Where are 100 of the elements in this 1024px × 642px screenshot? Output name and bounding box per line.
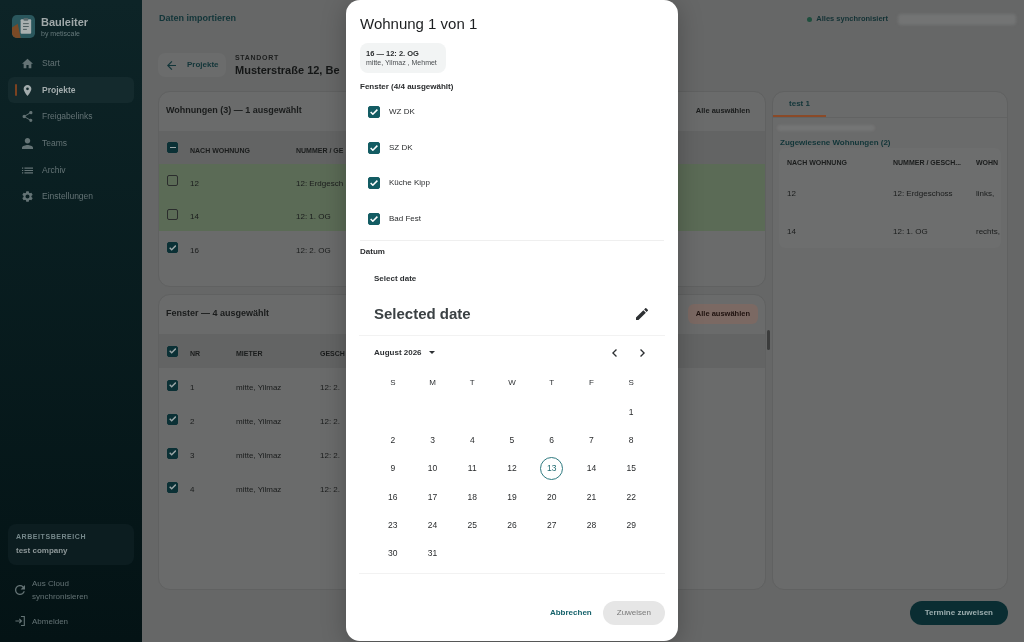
logout-button[interactable]: Abmelden <box>0 611 142 631</box>
checkbox[interactable] <box>167 242 178 254</box>
share-icon <box>22 111 33 123</box>
table-cell: mitte, Yilmaz <box>236 383 282 392</box>
checkmark-icon <box>168 450 177 456</box>
calendar-day[interactable]: 14 <box>579 457 603 481</box>
table-cell: 12: 2. <box>320 417 340 426</box>
chevron-left-icon[interactable] <box>612 348 617 357</box>
calendar-day[interactable]: 26 <box>500 513 524 537</box>
calendar-day[interactable]: 11 <box>460 457 484 481</box>
refresh-icon <box>15 585 25 595</box>
sync-button[interactable]: Aus Cloud synchronisieren <box>0 577 142 603</box>
calendar-day[interactable]: 16 <box>381 485 405 509</box>
checkmark-icon <box>168 416 177 422</box>
table-cell: rechts, <box>976 227 1000 236</box>
calendar-day[interactable]: 21 <box>579 485 603 509</box>
calendar-day[interactable]: 15 <box>619 457 643 481</box>
checkmark-icon <box>168 382 177 388</box>
table-cell: links, <box>976 189 995 198</box>
calendar-day[interactable]: 27 <box>540 513 564 537</box>
calendar-day[interactable]: 30 <box>381 542 405 566</box>
dialog-title: Wohnung 1 von 1 <box>360 14 479 34</box>
calendar-day[interactable]: 31 <box>421 542 445 566</box>
chevron-right-icon[interactable] <box>640 348 645 357</box>
checkmark-icon <box>168 245 177 251</box>
checkbox[interactable] <box>167 208 178 220</box>
calendar-day[interactable]: 19 <box>500 485 524 509</box>
checkbox[interactable] <box>167 481 178 493</box>
table-cell: 12 <box>787 189 796 198</box>
weekday-label: F <box>588 377 594 390</box>
calendar-day[interactable]: 28 <box>579 513 603 537</box>
card-title: Wohnungen (3) — 1 ausgewählt <box>166 104 302 118</box>
calendar-day[interactable]: 6 <box>540 428 564 452</box>
checkbox-label: WZ DK <box>389 106 415 119</box>
nav-item[interactable]: Archiv <box>8 156 134 184</box>
checkbox[interactable] <box>368 177 380 190</box>
nav-item[interactable]: Projekte <box>8 76 134 104</box>
checkbox[interactable] <box>368 141 380 154</box>
calendar-day[interactable]: 1 <box>619 400 643 424</box>
table-cell: 12: 2. OG <box>296 245 331 255</box>
list-icon <box>22 164 33 176</box>
table-cell: mitte, Yilmaz <box>236 417 282 426</box>
calendar-day[interactable]: 29 <box>619 513 643 537</box>
checkbox[interactable] <box>167 379 178 391</box>
section-label: Datum <box>360 247 386 257</box>
project-address: Musterstraße 12, Be <box>235 63 340 77</box>
scrollbar-thumb[interactable] <box>767 330 770 350</box>
checkbox[interactable] <box>368 212 380 225</box>
calendar-day[interactable]: 7 <box>579 428 603 452</box>
weekday-label: S <box>628 377 634 390</box>
calendar-day[interactable]: 23 <box>381 513 405 537</box>
checkbox[interactable] <box>167 447 178 459</box>
home-icon <box>22 57 33 69</box>
caret-down-icon <box>428 351 435 354</box>
calendar-day[interactable]: 17 <box>421 485 445 509</box>
calendar-day[interactable]: 22 <box>619 485 643 509</box>
table-cell: 12: 1. OG <box>893 227 928 236</box>
table-cell: 12 <box>190 178 199 188</box>
table-cell: 4 <box>190 485 195 494</box>
checkbox-label: Küche Kipp <box>389 177 430 190</box>
calendar-day[interactable]: 25 <box>460 513 484 537</box>
page-title: Daten importieren <box>159 12 236 26</box>
table-cell: 12: 1. OG <box>296 212 331 222</box>
logout-icon <box>15 616 25 626</box>
calendar-day[interactable]: 5 <box>500 428 524 452</box>
checkbox[interactable] <box>368 106 380 119</box>
checkbox[interactable] <box>167 142 178 153</box>
calendar-day[interactable]: 24 <box>421 513 445 537</box>
calendar-day[interactable]: 2 <box>381 428 405 452</box>
checkmark-icon <box>370 215 378 222</box>
map-pin-icon <box>22 84 33 96</box>
calendar-day[interactable]: 9 <box>381 457 405 481</box>
nav-item[interactable]: Einstellungen <box>8 183 134 211</box>
nav-item[interactable]: Teams <box>8 130 134 157</box>
table-cell: 12: Erdgesch <box>296 178 344 188</box>
table-cell: 14 <box>190 212 199 222</box>
table-cell: mitte, Yilmaz <box>236 485 282 494</box>
weekday-label: T <box>549 377 555 390</box>
checkmark-icon <box>168 484 177 490</box>
table-cell: 3 <box>190 451 195 460</box>
arrow-left-icon <box>167 60 176 70</box>
month-selector[interactable]: August 2026 <box>374 346 435 359</box>
checkbox[interactable] <box>167 413 178 425</box>
nav-item[interactable]: Freigabelinks <box>8 103 134 131</box>
calendar-day[interactable]: 18 <box>460 485 484 509</box>
app-logo-icon <box>12 15 35 38</box>
calendar-day[interactable]: 8 <box>619 428 643 452</box>
calendar-day[interactable]: 20 <box>540 485 564 509</box>
pencil-icon[interactable] <box>636 308 648 320</box>
calendar-day[interactable]: 12 <box>500 457 524 481</box>
calendar-day[interactable]: 4 <box>460 428 484 452</box>
calendar-day[interactable]: 3 <box>421 428 445 452</box>
cancel-button[interactable]: Abbrechen <box>541 601 600 626</box>
checkmark-icon <box>370 109 378 116</box>
assign-appointments-button[interactable]: Termine zuweisen <box>909 601 1008 625</box>
checkmark-icon <box>370 144 378 151</box>
calendar-day[interactable]: 10 <box>421 457 445 481</box>
checkbox[interactable] <box>167 175 178 187</box>
table-cell: 12: 2. <box>320 485 340 494</box>
checkbox-label: SZ DK <box>389 141 413 154</box>
